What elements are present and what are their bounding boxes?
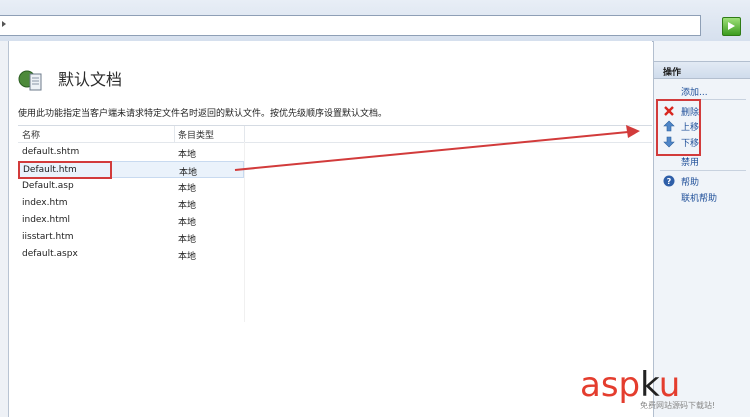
page-description: 使用此功能指定当客户端未请求特定文件名时返回的默认文件。按优先级顺序设置默认文档… <box>18 109 388 119</box>
watermark-subtitle: 免费网站源码下载站! <box>640 401 716 410</box>
help-icon: ? <box>663 175 675 187</box>
row-name: Default.asp <box>22 181 74 191</box>
row-name: default.shtm <box>22 147 80 157</box>
column-header-name[interactable]: 名称 <box>22 128 40 141</box>
connections-pane-edge[interactable] <box>0 41 9 417</box>
row-name: index.htm <box>22 198 68 208</box>
row-type: 本地 <box>179 168 198 178</box>
annotation-highlight-box <box>18 161 112 179</box>
address-bar-area <box>0 0 750 42</box>
table-row[interactable]: index.htm 本地 <box>18 195 244 212</box>
row-type: 本地 <box>178 252 197 262</box>
actions-header-label: 操作 <box>663 68 682 78</box>
default-document-table: 名称 条目类型 default.shtm 本地 Default.htm 本地 D… <box>18 125 652 418</box>
add-action[interactable]: 添加... <box>681 85 708 98</box>
page-title: 默认文档 <box>58 70 123 89</box>
row-type: 本地 <box>178 184 197 194</box>
row-name: index.html <box>22 215 70 225</box>
default-document-panel: 默认文档 使用此功能指定当客户端未请求特定文件名时返回的默认文件。按优先级顺序设… <box>9 41 652 417</box>
row-type: 本地 <box>178 150 197 160</box>
address-input[interactable] <box>0 15 701 36</box>
help-action[interactable]: 帮助 <box>681 175 699 188</box>
go-button[interactable] <box>722 17 741 36</box>
table-row[interactable]: Default.asp 本地 <box>18 178 244 195</box>
actions-pane: 操作 添加... 删除 上移 下移 禁用 ? 帮助 联机帮助 <box>653 41 750 417</box>
disable-action[interactable]: 禁用 <box>681 155 699 168</box>
watermark-logo: aspku <box>580 365 680 405</box>
table-row[interactable]: default.shtm 本地 <box>18 144 244 161</box>
actions-header: 操作 <box>654 61 750 79</box>
annotation-highlight-box <box>656 99 701 156</box>
table-row[interactable]: default.aspx 本地 <box>18 246 244 263</box>
online-help-action[interactable]: 联机帮助 <box>681 191 717 204</box>
watermark-k: k <box>640 365 659 405</box>
svg-text:?: ? <box>667 177 672 186</box>
row-type: 本地 <box>178 201 197 211</box>
breadcrumb-arrow-icon[interactable] <box>2 21 6 27</box>
watermark-asp: asp <box>580 365 641 405</box>
row-name: default.aspx <box>22 249 78 259</box>
watermark-u: u <box>658 365 681 405</box>
row-type: 本地 <box>178 235 197 245</box>
column-header-type[interactable]: 条目类型 <box>178 128 214 141</box>
table-header: 名称 条目类型 <box>18 126 652 143</box>
default-document-icon <box>18 70 42 91</box>
table-row-selected[interactable]: Default.htm 本地 <box>18 161 244 179</box>
table-row[interactable]: index.html 本地 <box>18 212 244 229</box>
row-name: iisstart.htm <box>22 232 74 242</box>
table-row[interactable]: iisstart.htm 本地 <box>18 229 244 246</box>
row-type: 本地 <box>178 218 197 228</box>
